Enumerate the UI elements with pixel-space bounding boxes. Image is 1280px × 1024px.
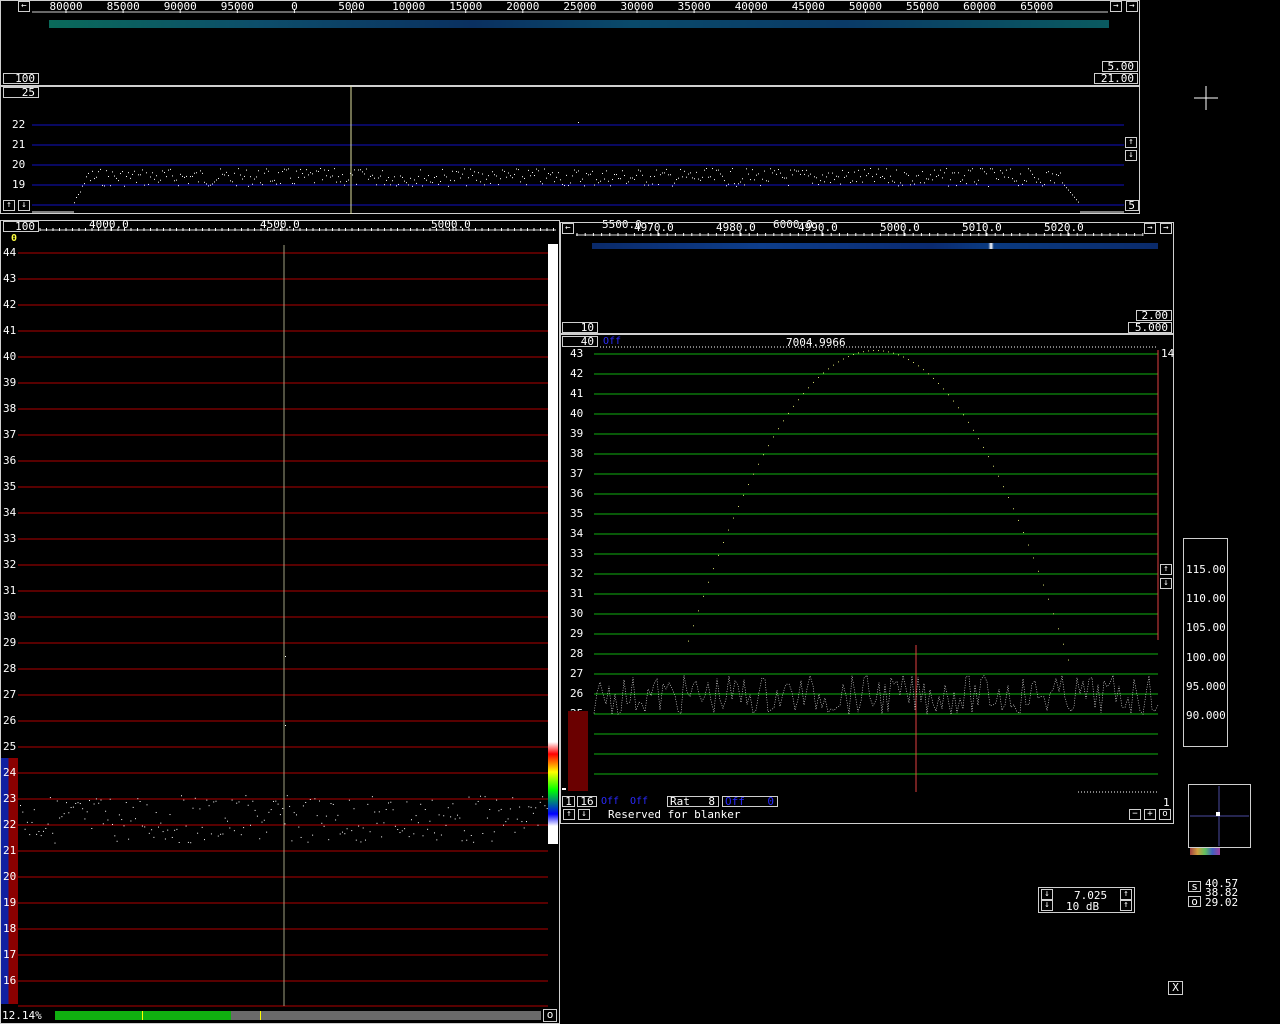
tuning-gain-down[interactable]: ↓ <box>1041 900 1053 911</box>
phase-color-bar <box>1190 848 1220 855</box>
tuning-freq-down[interactable]: ↓ <box>1041 889 1053 900</box>
tuning-freq-up[interactable]: ↑ <box>1120 889 1132 900</box>
coherent-value-3: 29.02 <box>1205 896 1239 909</box>
tuning-gain-up[interactable]: ↑ <box>1120 900 1132 911</box>
close-button[interactable]: X <box>1168 981 1183 995</box>
phase-plot <box>1190 786 1249 846</box>
coherent-o-button[interactable]: o <box>1188 896 1201 907</box>
coherent-s-button[interactable]: s <box>1188 881 1201 892</box>
tuning-gain: 10 dB <box>1066 900 1100 913</box>
